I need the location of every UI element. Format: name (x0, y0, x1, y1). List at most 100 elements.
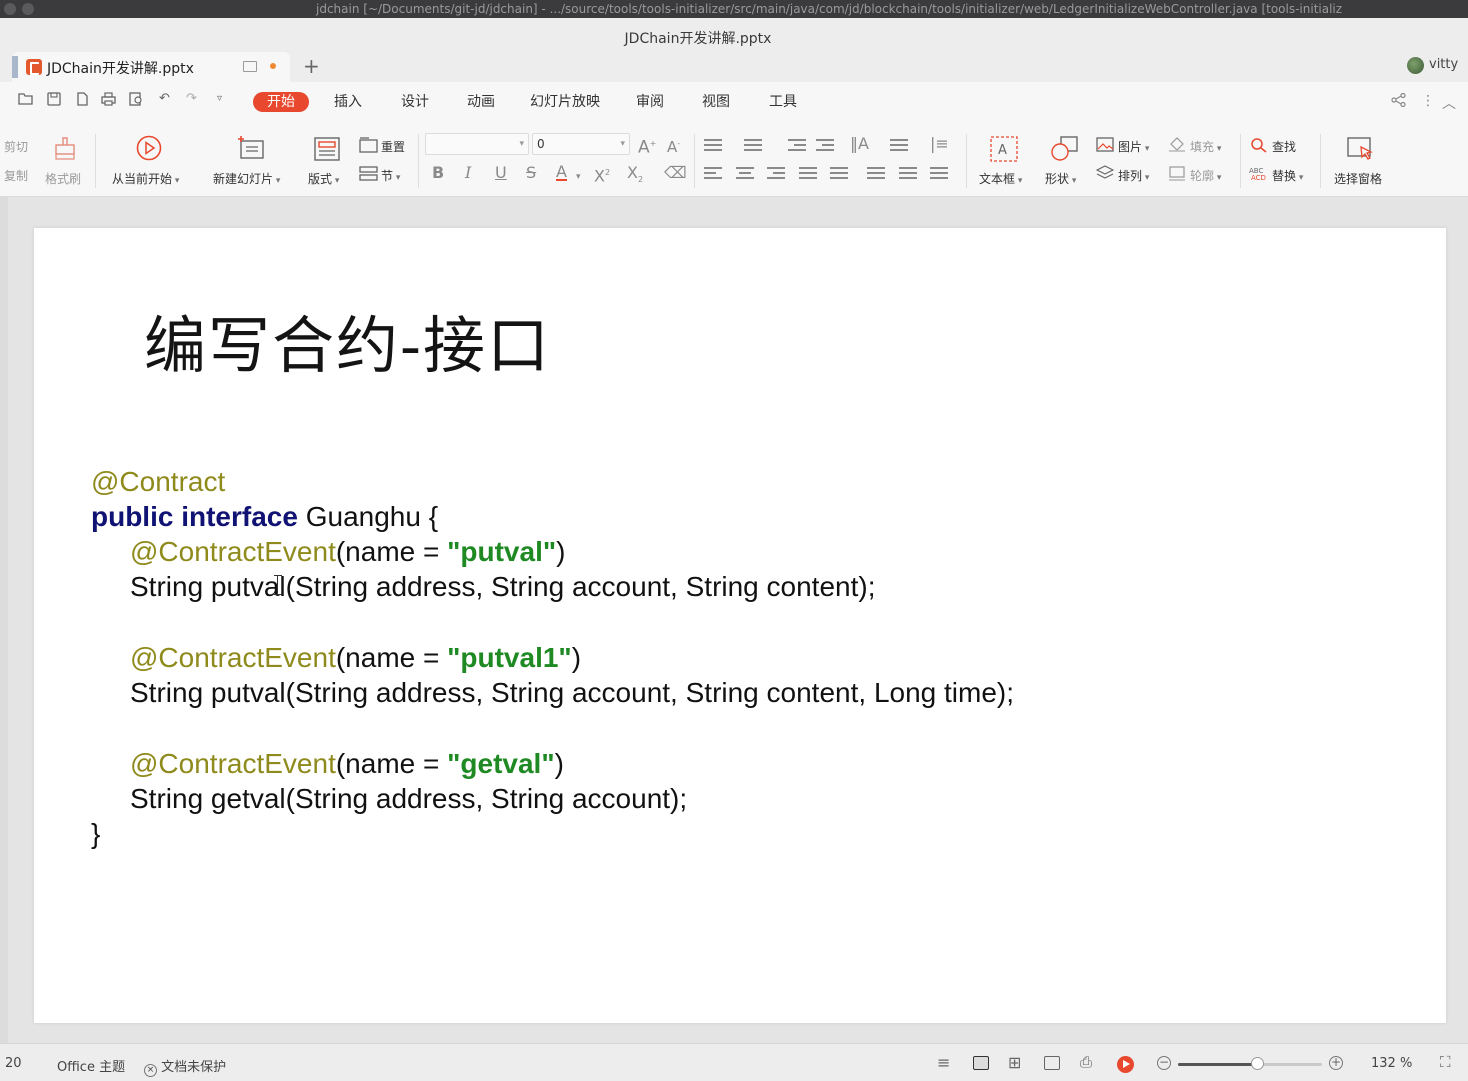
screen-icon[interactable] (243, 61, 257, 72)
normal-view-icon[interactable] (973, 1056, 989, 1070)
tab-home[interactable]: 开始 (253, 92, 309, 112)
text-direction-icon[interactable]: ‖A (850, 135, 869, 153)
decrease-indent-icon[interactable] (788, 138, 806, 152)
new-tab-button[interactable]: + (303, 54, 320, 78)
layout-icon[interactable] (314, 137, 340, 165)
zoom-slider-handle[interactable] (1251, 1057, 1265, 1070)
copy-button[interactable]: 复制 (4, 167, 28, 184)
slide-title[interactable]: 编写合约-接口 (144, 306, 551, 386)
zoom-out-icon[interactable]: − (1157, 1056, 1171, 1070)
notes-icon[interactable]: ≡ (937, 1053, 950, 1072)
code-line-method-signature[interactable]: String getval(String address, String acc… (130, 782, 687, 816)
tab-insert[interactable]: 插入 (334, 92, 362, 112)
distribute-icon[interactable] (830, 166, 848, 180)
columns-icon[interactable]: |≡ (930, 135, 949, 153)
code-line-method-signature[interactable]: String putval(String address, String acc… (130, 676, 1014, 710)
subscript-icon[interactable]: X2 (627, 163, 643, 189)
shape-icon[interactable] (1050, 136, 1078, 166)
text-box-icon[interactable]: A (990, 136, 1018, 166)
tab-review[interactable]: 审阅 (636, 92, 664, 112)
slide[interactable]: 编写合约-接口 @Contract public interface Guang… (34, 228, 1446, 1023)
slide-sorter-icon[interactable]: ⊞ (1008, 1053, 1021, 1072)
clear-format-icon[interactable]: ⌫ (664, 164, 687, 182)
format-painter-icon[interactable] (53, 135, 77, 165)
tab-tools[interactable]: 工具 (769, 92, 797, 112)
redo-icon[interactable]: ↷ (184, 92, 199, 106)
section-button[interactable]: 节 (381, 167, 400, 184)
selection-pane-button[interactable]: 选择窗格 (1334, 170, 1382, 187)
font-size-select[interactable]: 0 ▾ (532, 133, 630, 155)
collapse-ribbon-icon[interactable]: ︿ (1442, 93, 1456, 113)
cut-button[interactable]: 剪切 (4, 138, 28, 155)
chevron-down-icon[interactable]: ▾ (576, 168, 581, 186)
print-preview-icon[interactable] (129, 92, 144, 106)
font-name-select[interactable]: ▾ (425, 133, 529, 155)
line-spacing-icon[interactable] (867, 166, 885, 180)
theme-name[interactable]: Office 主题 (57, 1056, 125, 1075)
paragraph-settings-icon[interactable] (930, 166, 948, 180)
play-circle-icon[interactable] (136, 135, 162, 165)
user-name[interactable]: vitty (1429, 57, 1458, 72)
open-folder-icon[interactable] (18, 92, 33, 106)
tab-view[interactable]: 视图 (702, 92, 730, 112)
save-icon[interactable] (46, 92, 61, 106)
code-line-close-brace[interactable]: } (91, 817, 100, 851)
user-avatar[interactable] (1407, 57, 1424, 74)
increase-indent-icon[interactable] (816, 138, 834, 152)
customize-quick-access-icon[interactable]: ▿ (212, 92, 227, 106)
undo-icon[interactable]: ↶ (157, 92, 172, 106)
zoom-in-icon[interactable]: + (1329, 1056, 1343, 1070)
fit-window-icon[interactable]: ⛶ (1440, 1053, 1451, 1071)
protection-status[interactable]: × 文档未保护 (144, 1056, 226, 1077)
zoom-slider[interactable] (1178, 1057, 1322, 1070)
align-text-icon[interactable] (890, 138, 908, 152)
numbered-list-icon[interactable] (744, 138, 762, 152)
justify-icon[interactable] (799, 166, 817, 180)
decrease-font-icon[interactable]: A- (667, 135, 680, 156)
export-pdf-icon[interactable] (74, 92, 89, 106)
italic-icon[interactable]: I (465, 164, 471, 182)
share-icon[interactable] (1391, 92, 1407, 111)
picture-button[interactable]: 图片 (1118, 138, 1149, 155)
paragraph-spacing-icon[interactable] (899, 166, 917, 180)
reading-view-icon[interactable] (1044, 1056, 1060, 1070)
find-button[interactable]: 查找 (1272, 138, 1296, 155)
new-slide-icon[interactable] (237, 135, 265, 165)
underline-icon[interactable]: U (495, 164, 507, 182)
code-line-event-annotation[interactable]: @ContractEvent(name = "getval") (130, 747, 564, 781)
tab-design[interactable]: 设计 (401, 92, 429, 112)
thumbnail-pane-edge[interactable] (0, 197, 8, 1043)
code-line-method-signature[interactable]: String putval(String address, String acc… (130, 570, 876, 604)
outline-button[interactable]: 轮廓 (1190, 167, 1221, 184)
bullet-list-icon[interactable] (704, 138, 722, 152)
window-close-icon[interactable] (4, 3, 16, 15)
code-line-interface[interactable]: public interface Guanghu { (91, 500, 438, 534)
align-right-icon[interactable] (767, 166, 785, 180)
shape-button[interactable]: 形状 (1045, 170, 1076, 187)
font-color-icon[interactable]: A (556, 164, 567, 181)
increase-font-icon[interactable]: A+ (638, 135, 656, 157)
new-slide-button[interactable]: 新建幻灯片 (213, 170, 280, 187)
zoom-level[interactable]: 132 % (1371, 1056, 1412, 1071)
document-tab[interactable]: JDChain开发讲解.pptx (12, 52, 290, 82)
layout-button[interactable]: 版式 (308, 170, 339, 187)
tab-animation[interactable]: 动画 (467, 92, 495, 112)
align-left-icon[interactable] (704, 166, 722, 180)
tab-slideshow[interactable]: 幻灯片放映 (530, 92, 600, 112)
play-from-current-button[interactable]: 从当前开始 (112, 170, 179, 187)
replace-button[interactable]: 替换 (1272, 167, 1303, 184)
strikethrough-icon[interactable]: S (526, 164, 536, 182)
code-line-event-annotation[interactable]: @ContractEvent(name = "putval") (130, 535, 565, 569)
play-slideshow-button[interactable] (1117, 1056, 1134, 1073)
text-box-button[interactable]: 文本框 (979, 170, 1022, 187)
more-options-icon[interactable]: ⋮ (1421, 93, 1435, 109)
window-minimize-icon[interactable] (22, 3, 34, 15)
bold-icon[interactable]: B (432, 164, 444, 182)
code-line-contract[interactable]: @Contract (91, 465, 225, 499)
reset-button[interactable]: 重置 (381, 138, 405, 155)
code-line-event-annotation[interactable]: @ContractEvent(name = "putval1") (130, 641, 581, 675)
fill-button[interactable]: 填充 (1190, 138, 1221, 155)
print-icon[interactable] (101, 92, 116, 106)
arrange-button[interactable]: 排列 (1118, 167, 1149, 184)
presenter-view-icon[interactable]: ⎙ (1080, 1053, 1092, 1071)
